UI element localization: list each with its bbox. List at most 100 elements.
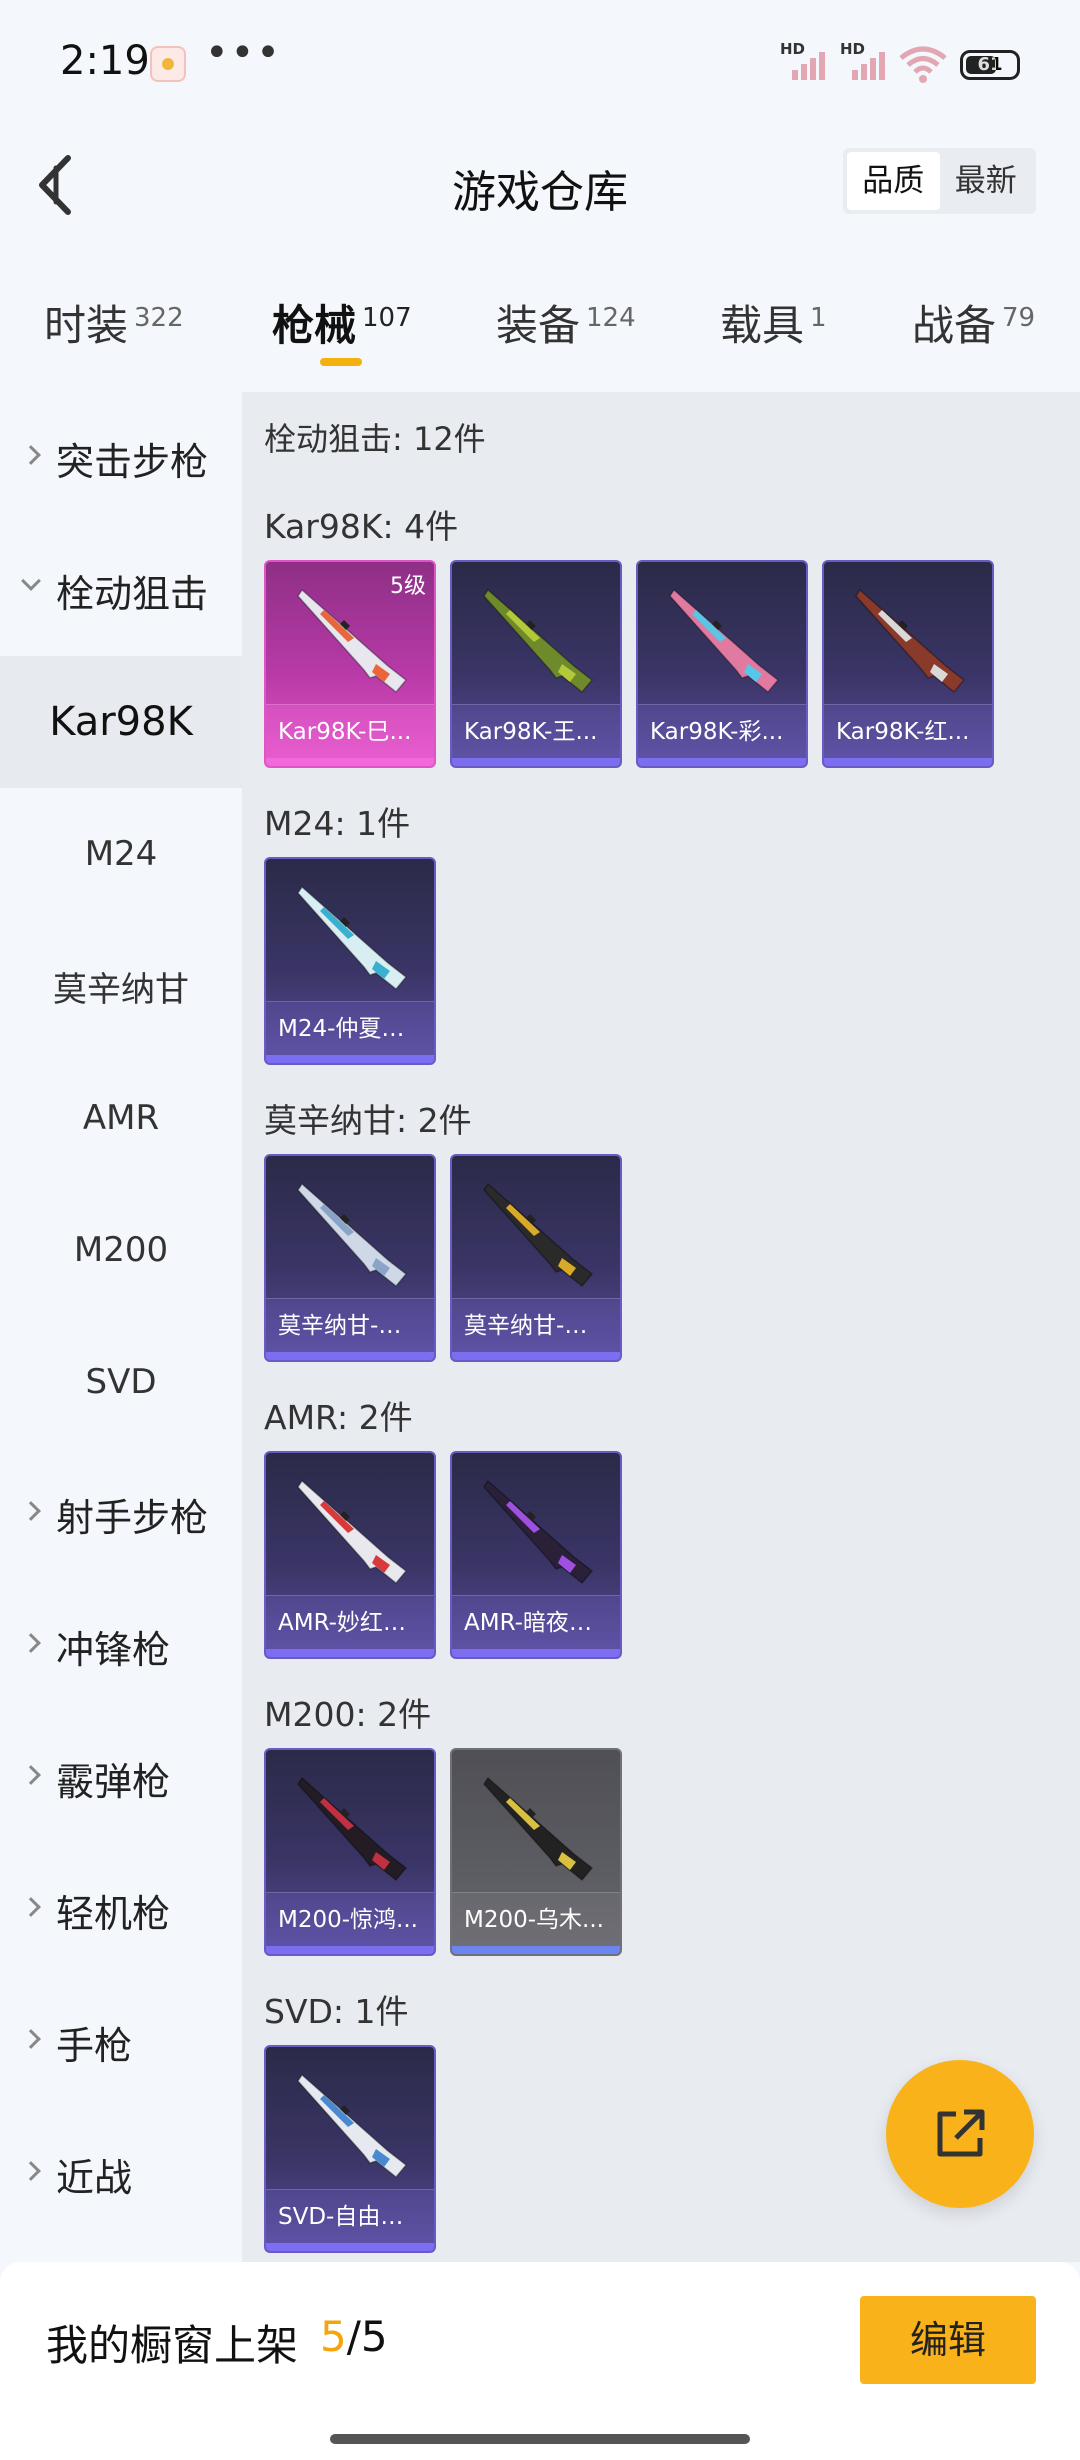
sidebar-subitem[interactable]: Kar98K <box>0 656 242 788</box>
tab-count: 107 <box>362 303 412 333</box>
tab-fashion[interactable]: 时装 322 <box>44 292 184 353</box>
status-time: 2:19 <box>60 38 150 84</box>
sidebar-item-label: Kar98K <box>49 699 193 745</box>
weapon-skin-card[interactable]: AMR-妙红点点 <box>264 1451 436 1659</box>
rarity-bar <box>824 758 992 766</box>
tab-guns[interactable]: 枪械 107 <box>272 292 412 353</box>
showcase-total: /5 <box>346 2312 388 2361</box>
rarity-bar <box>266 1055 434 1063</box>
status-bar: 2:19 ••• HD HD 61 <box>0 0 1080 130</box>
weapon-skin-name: Kar98K-巳... <box>266 704 434 758</box>
rifle-icon <box>297 2073 408 2179</box>
sidebar-item-label: AMR <box>82 1098 160 1138</box>
weapon-skin-card[interactable]: Kar98K-彩... <box>636 560 808 768</box>
tab-supplies[interactable]: 战备 79 <box>912 292 1035 353</box>
sidebar-subitem[interactable]: 莫辛纳甘 <box>0 920 242 1052</box>
weapon-group-heading: M200: 2件 <box>264 1695 432 1734</box>
sidebar-item-label: 栓动狙击 <box>56 571 209 616</box>
tab-equipment[interactable]: 装备 124 <box>496 292 636 353</box>
chevron-right-icon <box>21 1897 41 1917</box>
showcase-label: 我的橱窗上架 <box>46 2321 299 2370</box>
level-badge: 5级 <box>390 574 426 599</box>
sidebar-subitem[interactable]: M200 <box>0 1184 242 1316</box>
rifle-icon <box>483 1182 594 1288</box>
chevron-right-icon <box>21 2029 41 2049</box>
weapon-skin-name: AMR-妙红点点 <box>266 1595 434 1649</box>
signal-icon-1: HD <box>780 40 832 80</box>
rifle-icon <box>669 588 780 694</box>
sidebar-category[interactable]: 栓动狙击 <box>0 524 242 656</box>
weapon-skin-card[interactable]: M200-乌木... <box>450 1748 622 1956</box>
rarity-bar <box>266 1649 434 1657</box>
rifle-icon <box>297 1776 408 1882</box>
sidebar-item-label: 手枪 <box>56 2023 133 2068</box>
category-summary: 栓动狙击: 12件 <box>264 420 486 458</box>
battery-icon: 61 <box>960 50 1020 80</box>
tab-vehicles[interactable]: 载具 1 <box>720 292 827 353</box>
tab-count: 79 <box>1002 303 1036 333</box>
sidebar-item-label: 霰弹枪 <box>56 1759 171 1804</box>
sort-by-newest[interactable]: 最新 <box>940 152 1033 210</box>
weapon-skin-card[interactable]: 5级 Kar98K-巳... <box>264 560 436 768</box>
sidebar-item-label: 冲锋枪 <box>56 1627 171 1672</box>
tab-count: 1 <box>810 303 827 333</box>
sidebar-category[interactable]: 近战 <box>0 2108 242 2240</box>
sidebar-item-label: M200 <box>73 1230 169 1270</box>
weapon-group-heading: 莫辛纳甘: 2件 <box>264 1101 472 1140</box>
sidebar-category[interactable]: 突击步枪 <box>0 392 242 524</box>
sidebar-subitem[interactable]: M24 <box>0 788 242 920</box>
chevron-right-icon <box>21 445 41 465</box>
edit-button[interactable]: 编辑 <box>860 2296 1036 2384</box>
weapon-group-heading: Kar98K: 4件 <box>264 507 459 546</box>
weapon-skin-card[interactable]: SVD-自由猎手 <box>264 2045 436 2253</box>
weapon-grid-area: 栓动狙击: 12件 Kar98K: 4件 5级 Kar98K-巳... Kar98K-… <box>242 392 1080 2262</box>
sidebar-item-label: 莫辛纳甘 <box>53 969 189 1010</box>
chevron-right-icon <box>21 2161 41 2181</box>
weapon-skin-card[interactable]: M24-仲夏莫... <box>264 857 436 1065</box>
sort-by-quality[interactable]: 品质 <box>847 152 940 210</box>
rifle-icon <box>483 588 594 694</box>
sidebar-category[interactable]: 霰弹枪 <box>0 1712 242 1844</box>
sidebar-subitem[interactable]: AMR <box>0 1052 242 1184</box>
rarity-bar <box>638 758 806 766</box>
weapon-skin-card[interactable]: 莫辛纳甘-懵... <box>264 1154 436 1362</box>
weapon-skin-name: M200-乌木... <box>452 1892 620 1946</box>
sidebar-item-label: 近战 <box>56 2155 133 2200</box>
wifi-icon <box>899 46 947 83</box>
home-indicator[interactable] <box>330 2434 750 2444</box>
weapon-group-heading: SVD: 1件 <box>264 1992 409 2031</box>
rifle-icon <box>297 885 408 991</box>
weapon-skin-card[interactable]: AMR-暗夜行者 <box>450 1451 622 1659</box>
weapon-skin-card[interactable]: 莫辛纳甘-乌... <box>450 1154 622 1362</box>
chevron-right-icon <box>21 1765 41 1785</box>
sidebar-subitem[interactable]: SVD <box>0 1316 242 1448</box>
rarity-bar <box>452 1352 620 1360</box>
external-link-icon <box>937 2109 985 2157</box>
sort-toggle: 品质 最新 <box>843 148 1036 214</box>
sidebar-item-label: SVD <box>85 1362 157 1402</box>
weapon-skin-card[interactable]: Kar98K-红... <box>822 560 994 768</box>
weapon-skin-card[interactable]: M200-惊鸿... <box>264 1748 436 1956</box>
chevron-right-icon <box>21 1633 41 1653</box>
rarity-bar <box>266 1352 434 1360</box>
rifle-icon <box>855 588 966 694</box>
sidebar-category[interactable]: 手枪 <box>0 1976 242 2108</box>
showcase-count: 5/5 <box>320 2312 388 2361</box>
sidebar-category[interactable]: 轻机枪 <box>0 1844 242 1976</box>
weapon-skin-name: M24-仲夏莫... <box>266 1001 434 1055</box>
rifle-icon <box>483 1479 594 1585</box>
rarity-bar <box>452 758 620 766</box>
chevron-down-icon <box>21 571 41 591</box>
sidebar-category[interactable]: 冲锋枪 <box>0 1580 242 1712</box>
sidebar-category[interactable]: 射手步枪 <box>0 1448 242 1580</box>
rifle-icon <box>297 1479 408 1585</box>
battery-level: 61 <box>977 54 1003 75</box>
active-tab-indicator <box>320 358 362 366</box>
weapon-skin-card[interactable]: Kar98K-王... <box>450 560 622 768</box>
weapon-skin-name: Kar98K-王... <box>452 704 620 758</box>
share-button[interactable] <box>886 2060 1034 2208</box>
category-tabs: 时装 322 枪械 107 装备 124 载具 1 战备 79 <box>0 270 1080 370</box>
weapon-skin-name: 莫辛纳甘-懵... <box>266 1298 434 1352</box>
weapon-group-heading: M24: 1件 <box>264 804 411 843</box>
sidebar-item-label: 轻机枪 <box>56 1891 171 1936</box>
